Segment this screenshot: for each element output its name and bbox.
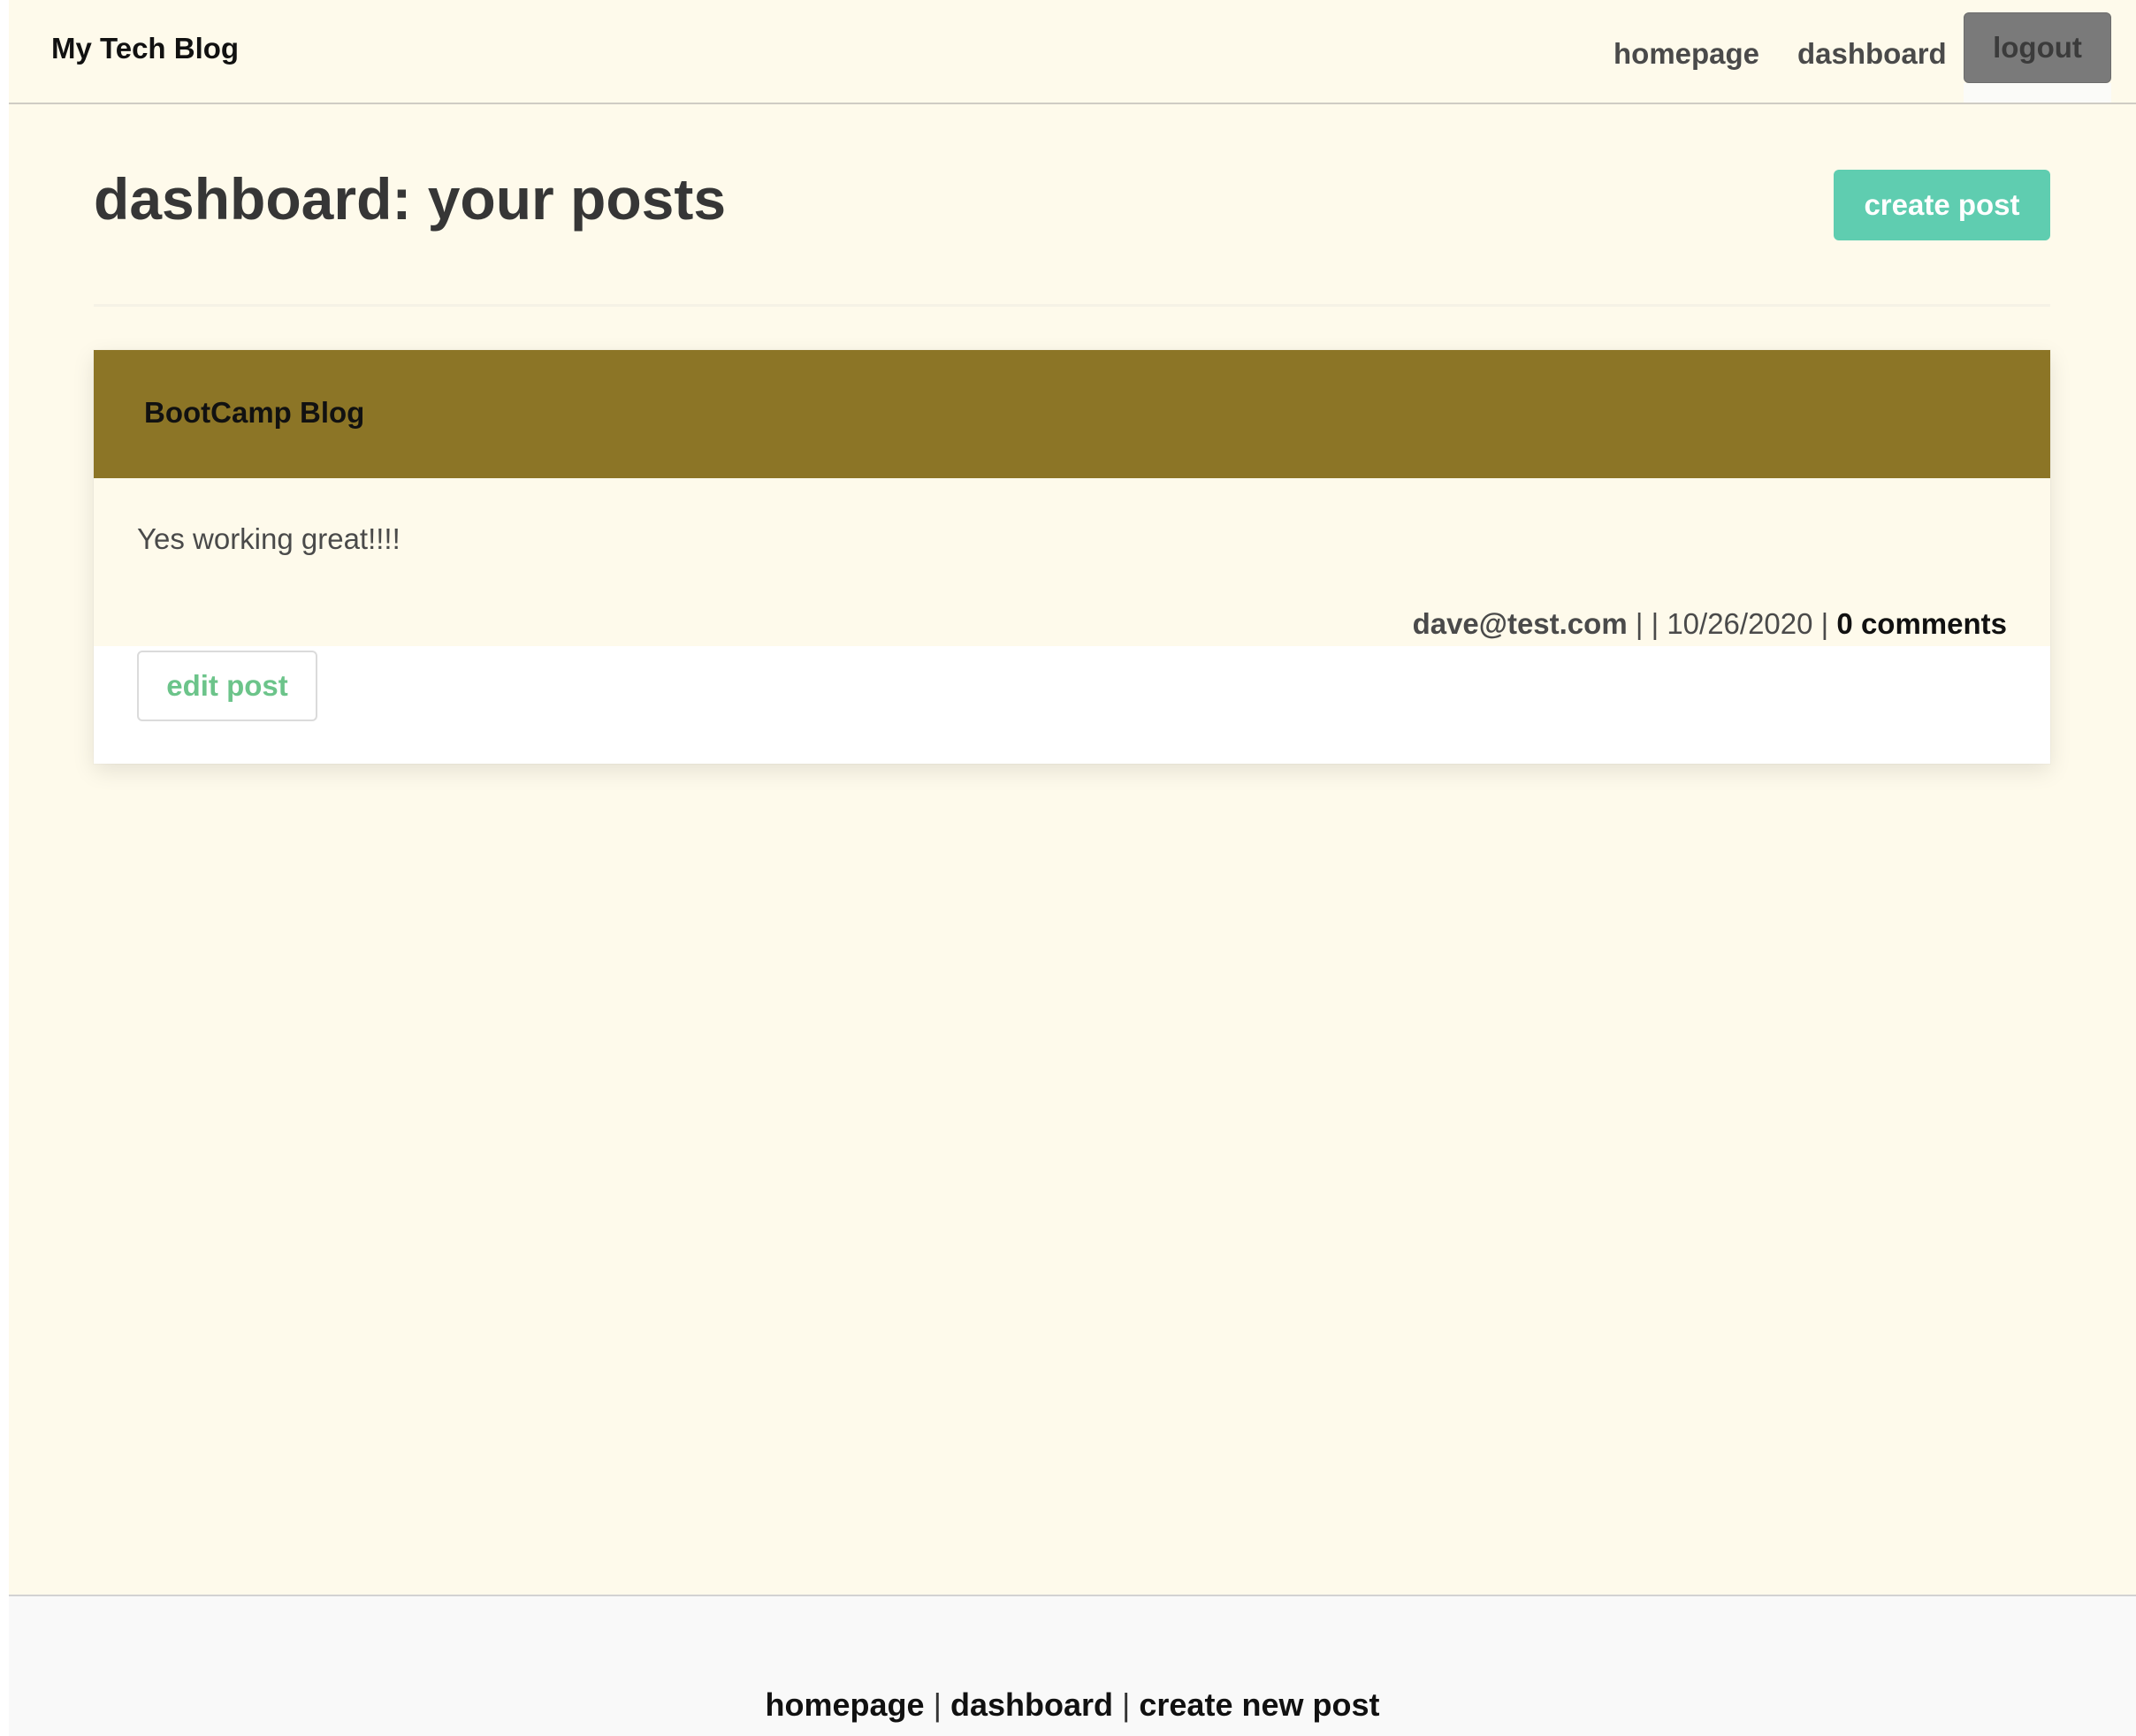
top-navbar: My Tech Blog homepage dashboard logout <box>9 0 2136 104</box>
post-card-body: Yes working great!!!! dave@test.com | | … <box>94 478 2050 646</box>
nav-homepage-link[interactable]: homepage <box>1613 37 1759 71</box>
logout-button[interactable]: logout <box>1964 12 2111 83</box>
create-post-button[interactable]: create post <box>1834 170 2050 240</box>
meta-separator: | <box>1812 607 1837 640</box>
footer-separator: | <box>1122 1687 1131 1723</box>
post-comments-count[interactable]: 0 comments <box>1836 607 2007 640</box>
post-author: dave@test.com <box>1412 607 1628 640</box>
post-content: Yes working great!!!! <box>137 522 400 555</box>
footer-links: homepage | dashboard | create new post <box>9 1687 2136 1724</box>
nav-dashboard-link[interactable]: dashboard <box>1797 37 1947 71</box>
edit-post-button[interactable]: edit post <box>137 651 317 721</box>
footer-separator: | <box>933 1687 942 1723</box>
page-title: dashboard: your posts <box>94 166 727 232</box>
logout-button-underlay <box>1964 83 2111 103</box>
footer-create-post-link[interactable]: create new post <box>1139 1687 1379 1723</box>
page: My Tech Blog homepage dashboard logout d… <box>9 0 2136 1736</box>
meta-separator: | | <box>1627 607 1667 640</box>
footer-homepage-link[interactable]: homepage <box>766 1687 925 1723</box>
post-card: BootCamp Blog Yes working great!!!! dave… <box>94 350 2050 764</box>
page-footer: homepage | dashboard | create new post <box>9 1595 2136 1736</box>
footer-dashboard-link[interactable]: dashboard <box>950 1687 1113 1723</box>
post-card-header: BootCamp Blog <box>94 350 2050 478</box>
heading-divider <box>94 304 2050 307</box>
post-meta: dave@test.com | | 10/26/2020 | 0 comment… <box>1413 607 2007 641</box>
post-date: 10/26/2020 <box>1667 607 1813 640</box>
post-title[interactable]: BootCamp Blog <box>144 396 364 430</box>
site-brand[interactable]: My Tech Blog <box>51 32 239 65</box>
